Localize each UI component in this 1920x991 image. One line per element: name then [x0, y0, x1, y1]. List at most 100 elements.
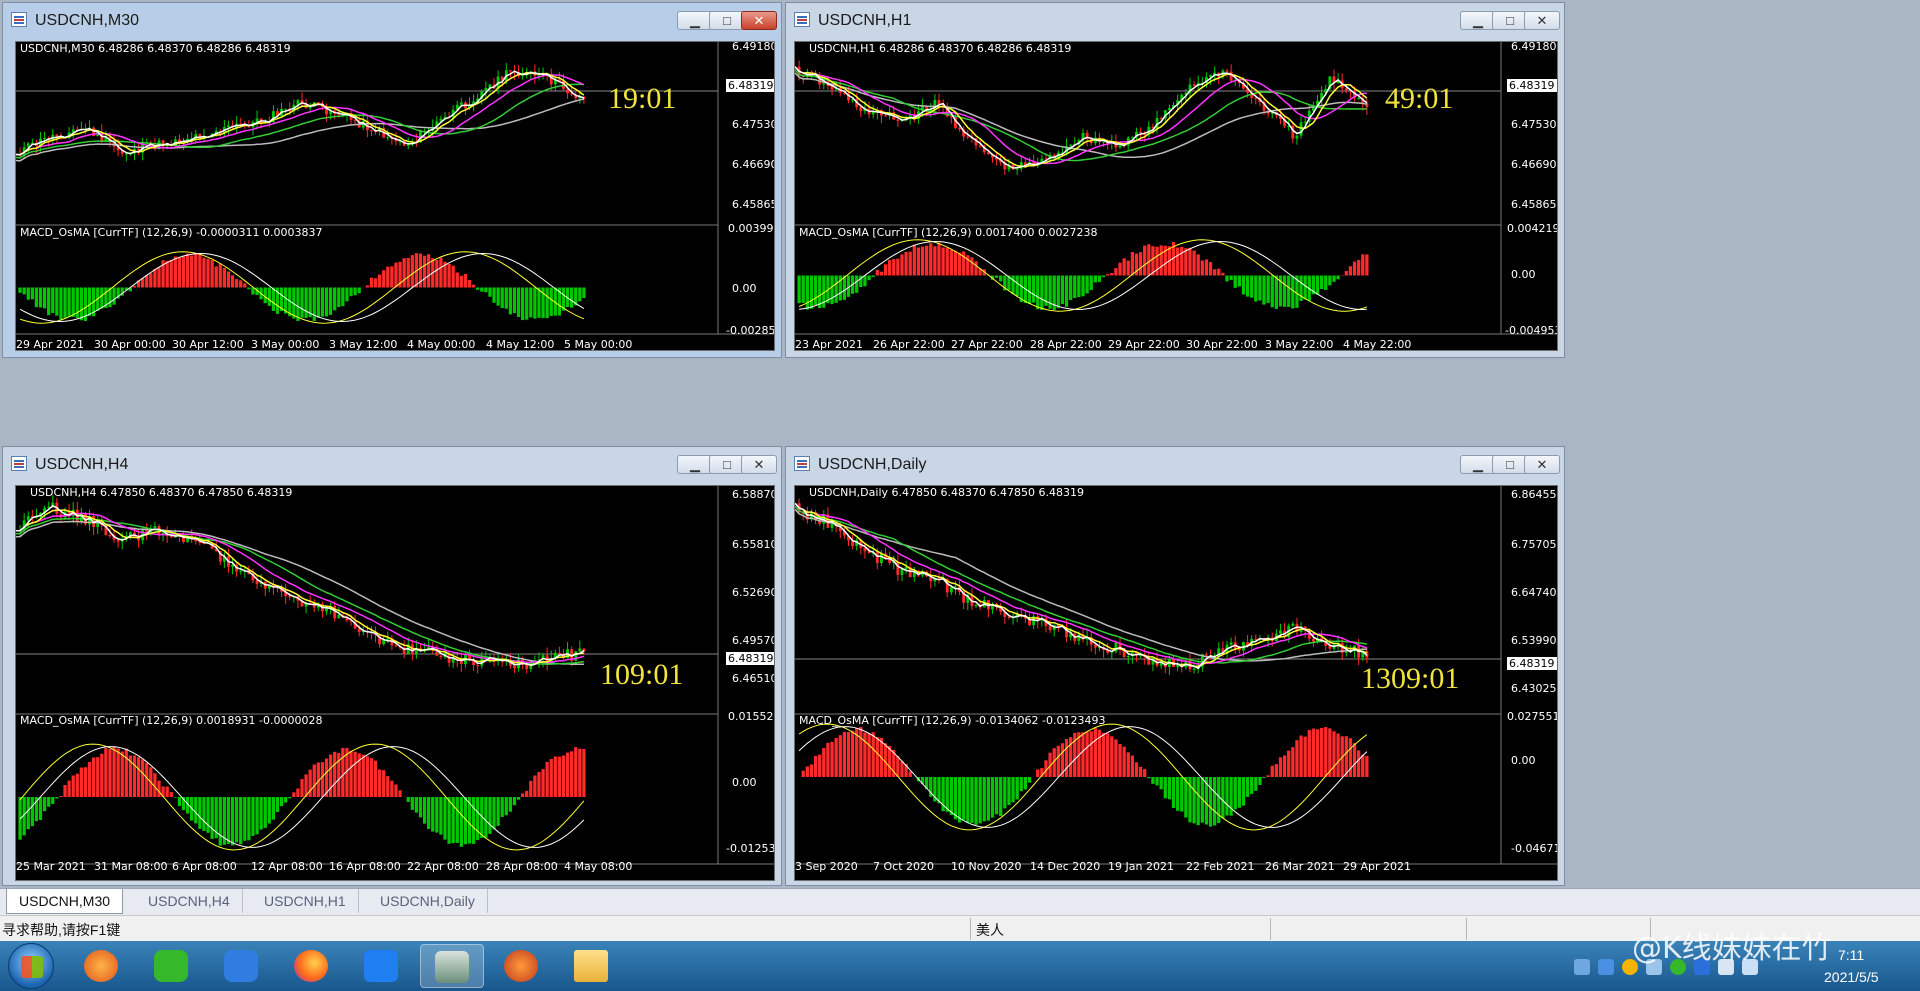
macd-histogram-bar: [422, 797, 427, 824]
tab-usdcnh-h1[interactable]: USDCNH,H1: [252, 889, 359, 913]
taskbar-app-firefox[interactable]: [280, 944, 344, 988]
close-button[interactable]: ✕: [1524, 11, 1560, 30]
macd-histogram-bar: [916, 247, 921, 276]
taskbar-app-notes[interactable]: [210, 944, 274, 988]
clock-time[interactable]: 7:11: [1838, 947, 1864, 963]
chart-window-daily[interactable]: USDCNH,Daily ▁ □ ✕ USDCNH,Daily 6.47850 …: [785, 446, 1565, 886]
macd-histogram-bar: [941, 247, 945, 276]
candle-body: [337, 614, 341, 619]
macd-histogram-bar: [859, 727, 863, 777]
macd-histogram-bar: [79, 287, 84, 321]
indicator-info: MACD_OsMA [CurrTF] (12,26,9) 0.0017400 0…: [799, 226, 1098, 239]
macd-histogram-bar: [328, 287, 333, 315]
macd-histogram-bar: [1134, 762, 1139, 777]
maximize-button[interactable]: □: [1492, 455, 1528, 474]
macd-histogram-bar: [47, 287, 51, 316]
macd-histogram-bar: [1073, 275, 1077, 299]
macd-histogram-bar: [471, 284, 476, 288]
moving-average-line: [16, 504, 585, 667]
macd-histogram-bar: [1064, 275, 1069, 307]
candle-body: [153, 526, 157, 528]
start-button[interactable]: [8, 943, 54, 989]
taskbar-app-mt4[interactable]: [420, 944, 484, 988]
macd-histogram-bar: [1229, 275, 1233, 280]
moving-average-line: [795, 502, 1368, 670]
macd-histogram-bar: [1093, 728, 1097, 777]
macd-histogram-bar: [1250, 777, 1254, 794]
minimize-button[interactable]: ▁: [677, 455, 713, 474]
macd-histogram-bar: [488, 797, 492, 834]
window-titlebar[interactable]: USDCNH,H4 ▁ □ ✕: [3, 447, 781, 481]
macd-histogram-bar: [1101, 275, 1106, 278]
macd-histogram-bar: [561, 755, 566, 797]
price-scale-label: 6.46510: [732, 672, 775, 685]
macd-histogram-bar: [1241, 777, 1246, 806]
macd-histogram-bar: [953, 250, 958, 276]
macd-histogram-bar: [957, 252, 962, 276]
tab-usdcnh-m30[interactable]: USDCNH,M30: [6, 889, 124, 914]
macd-histogram-bar: [1056, 275, 1060, 309]
window-titlebar[interactable]: USDCNH,Daily ▁ □ ✕: [786, 447, 1564, 481]
macd-histogram-bar: [1015, 777, 1019, 800]
minimize-button[interactable]: ▁: [1460, 11, 1496, 30]
chart-window-icon: [11, 12, 27, 27]
macd-histogram-bar: [1114, 739, 1118, 777]
macd-histogram-bar: [896, 755, 900, 777]
candle-body: [974, 604, 978, 607]
taskbar-app-explorer[interactable]: [560, 944, 624, 988]
candle-body: [288, 596, 292, 598]
security-tray-icon[interactable]: [1574, 959, 1590, 975]
macd-histogram-bar: [145, 762, 149, 797]
macd-histogram-bar: [557, 756, 562, 797]
chart-canvas[interactable]: USDCNH,H4 6.47850 6.48370 6.47850 6.4831…: [15, 485, 775, 881]
macd-histogram-bar: [296, 287, 300, 321]
macd-histogram-bar: [801, 275, 805, 303]
chart-window-h1[interactable]: USDCNH,H1 ▁ □ ✕ USDCNH,H1 6.48286 6.4837…: [785, 2, 1565, 358]
clock-date[interactable]: 2021/5/5: [1824, 969, 1879, 985]
window-titlebar[interactable]: USDCNH,H1 ▁ □ ✕: [786, 3, 1564, 37]
macd-histogram-bar: [1110, 736, 1114, 777]
macd-histogram-bar: [1064, 738, 1069, 777]
close-button[interactable]: ✕: [1524, 455, 1560, 474]
chart-symbol-info: USDCNH,H1 6.48286 6.48370 6.48286 6.4831…: [809, 42, 1072, 55]
shield-tray-icon[interactable]: [1598, 959, 1614, 975]
chart-canvas[interactable]: USDCNH,Daily 6.47850 6.48370 6.47850 6.4…: [794, 485, 1558, 881]
macd-histogram-bar: [427, 797, 431, 829]
minimize-button[interactable]: ▁: [677, 11, 713, 30]
chart-window-icon: [11, 456, 27, 471]
macd-histogram-bar: [1361, 254, 1365, 276]
macd-histogram-bar: [1295, 740, 1299, 777]
macd-histogram-bar: [1118, 262, 1122, 276]
macd-histogram-bar: [96, 757, 100, 797]
close-button[interactable]: ✕: [741, 11, 777, 30]
minimize-button[interactable]: ▁: [1460, 455, 1496, 474]
chart-canvas[interactable]: USDCNH,M30 6.48286 6.48370 6.48286 6.483…: [15, 41, 775, 351]
macd-histogram-bar: [1171, 777, 1176, 808]
tab-usdcnh-h4[interactable]: USDCNH,H4: [136, 889, 243, 913]
macd-histogram-bar: [496, 797, 500, 826]
price-scale-label: 6.46690: [732, 158, 775, 171]
chart-window-m30[interactable]: USDCNH,M30 ▁ □ ✕ USDCNH,M30 6.48286 6.48…: [2, 2, 782, 358]
macd-histogram-bar: [263, 797, 267, 828]
taskbar-app-game[interactable]: [490, 944, 554, 988]
maximize-button[interactable]: □: [709, 11, 745, 30]
time-label: 30 Apr 12:00: [172, 338, 244, 351]
price-scale-label: 6.64740: [1511, 586, 1557, 599]
macd-histogram-bar: [202, 257, 206, 288]
macd-scale-label: -0.0028573: [726, 324, 775, 337]
close-button[interactable]: ✕: [741, 455, 777, 474]
maximize-button[interactable]: □: [709, 455, 745, 474]
chart-canvas[interactable]: USDCNH,H1 6.48286 6.48370 6.48286 6.4831…: [794, 41, 1558, 351]
tab-usdcnh-daily[interactable]: USDCNH,Daily: [368, 889, 488, 913]
candle-body: [1192, 668, 1196, 670]
taskbar-app-uc[interactable]: [70, 944, 134, 988]
maximize-button[interactable]: □: [1492, 11, 1528, 30]
macd-histogram-bar: [38, 797, 43, 821]
time-label: 28 Apr 08:00: [486, 860, 558, 873]
macd-histogram-bar: [377, 274, 382, 288]
chart-window-h4[interactable]: USDCNH,H4 ▁ □ ✕ USDCNH,H4 6.47850 6.4837…: [2, 446, 782, 886]
macd-histogram-bar: [320, 762, 325, 797]
taskbar-app-wechat[interactable]: [140, 944, 204, 988]
taskbar-app-feishu[interactable]: [350, 944, 414, 988]
window-titlebar[interactable]: USDCNH,M30 ▁ □ ✕: [3, 3, 781, 37]
